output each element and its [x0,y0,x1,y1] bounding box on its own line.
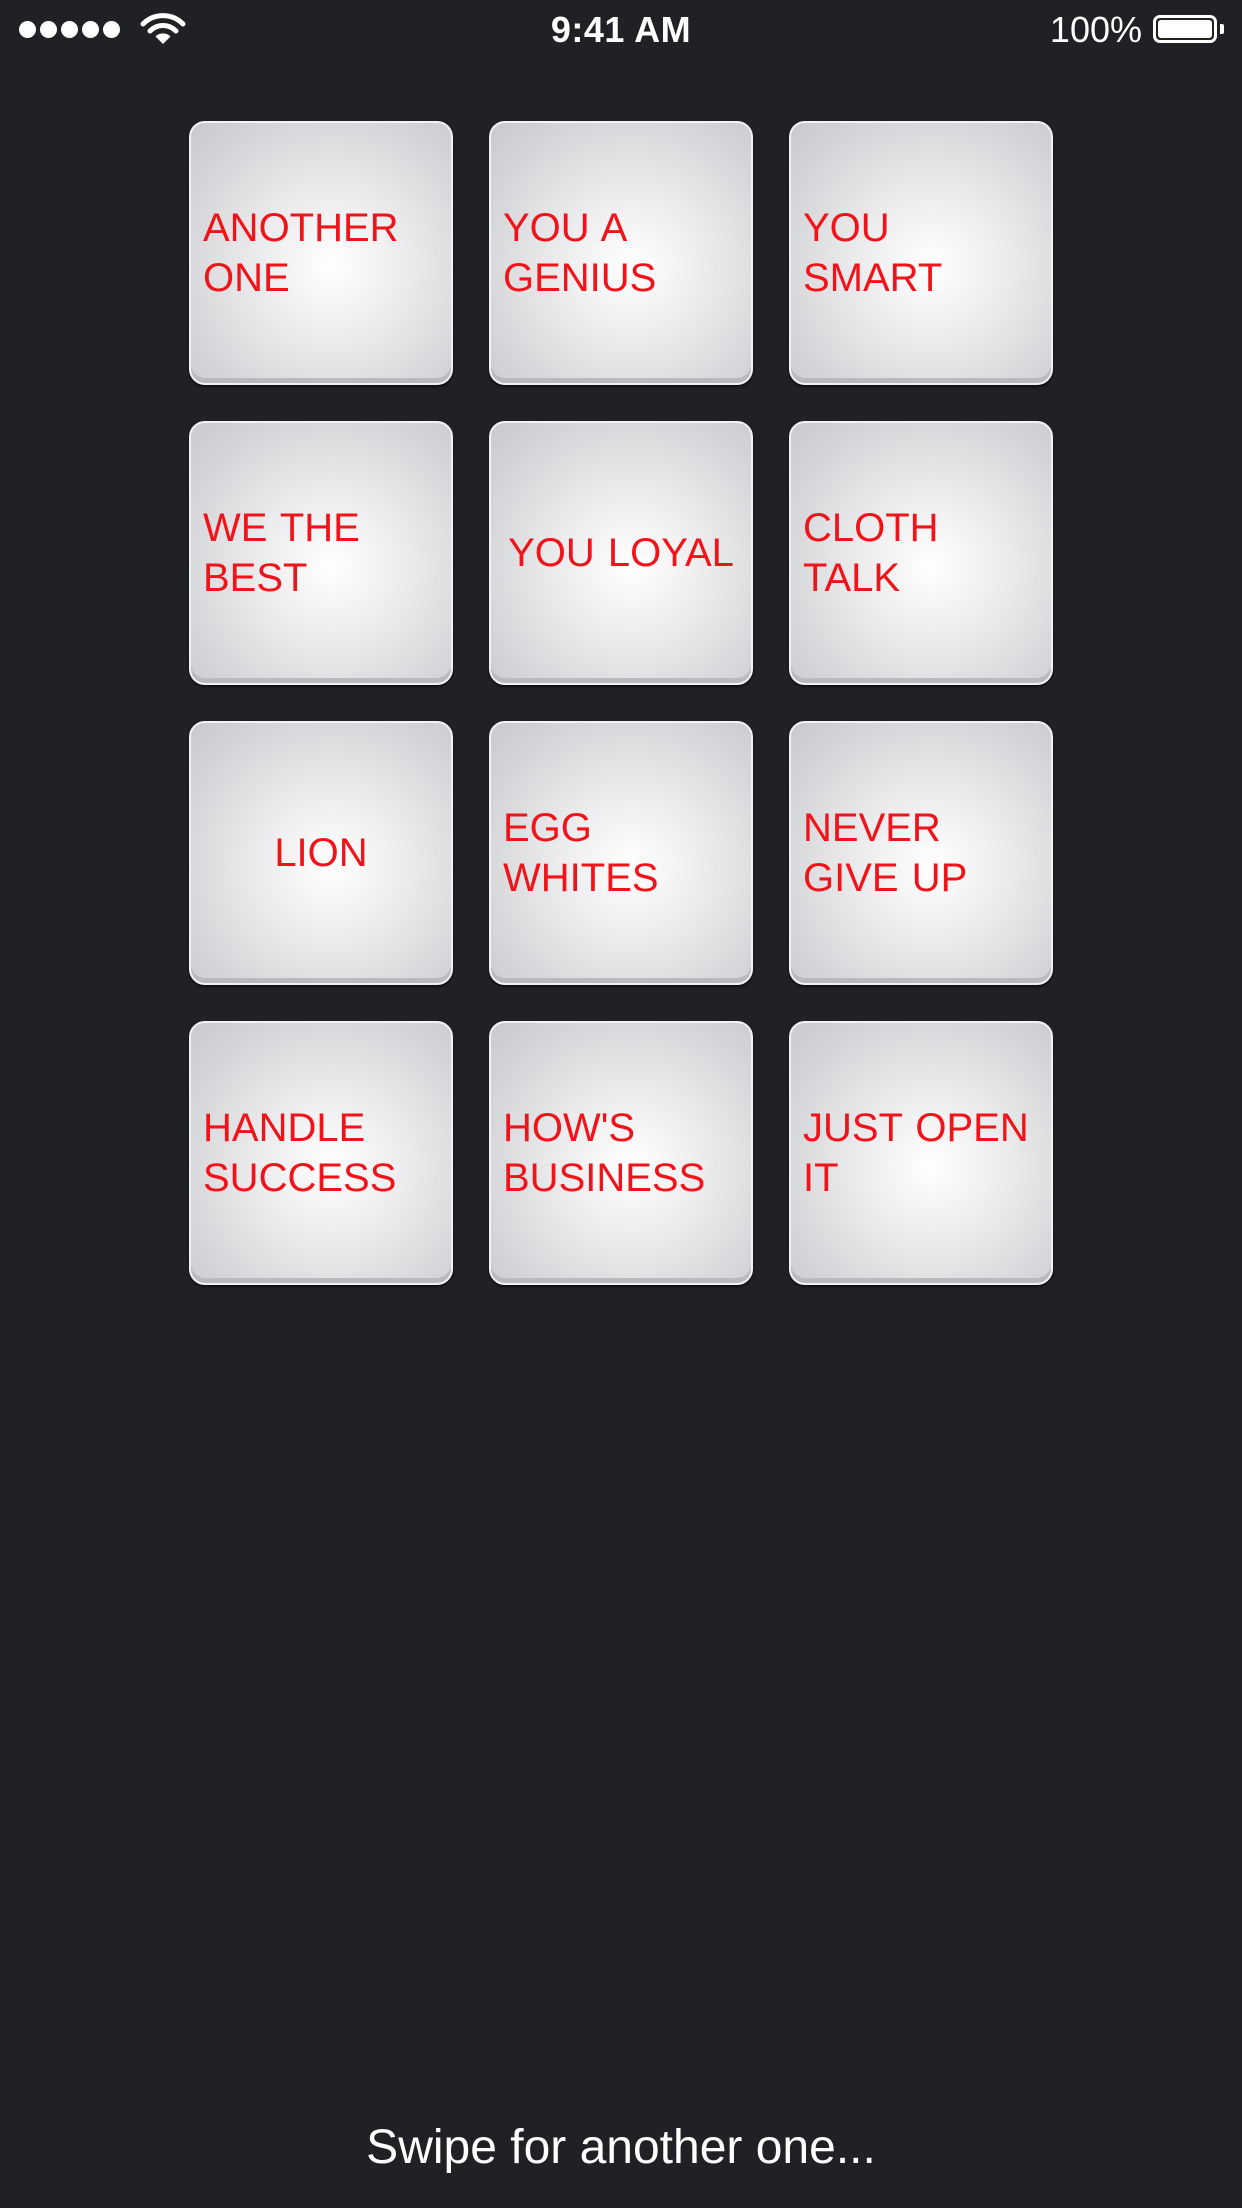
sound-button-another-one[interactable]: ANOTHER ONE [189,121,453,385]
sound-button-label: HOW'S BUSINESS [503,1106,706,1200]
sound-button-handle-success[interactable]: HANDLE SUCCESS [189,1021,453,1285]
sound-button-label: WE THE BEST [203,506,360,600]
sound-button-you-smart[interactable]: YOU SMART [789,121,1053,385]
battery-percent: 100% [1049,9,1142,50]
swipe-hint: Swipe for another one... [366,2121,876,2174]
sound-button-cloth-talk[interactable]: CLOTH TALK [789,421,1053,685]
sound-button-label: YOU A GENIUS [503,206,657,300]
sound-button-we-the-best[interactable]: WE THE BEST [189,421,453,685]
battery-tip [1220,24,1224,34]
sound-button-label: YOU LOYAL [508,531,734,575]
sound-button-you-loyal[interactable]: YOU LOYAL [489,421,753,685]
sound-button-just-open-it[interactable]: JUST OPEN IT [789,1021,1053,1285]
sound-button-label: EGG WHITES [503,806,659,900]
sound-button-label: YOU SMART [803,206,943,300]
battery-full-icon [1153,15,1217,43]
sound-button-label: LION [274,831,368,875]
sound-button-never-give-up[interactable]: NEVER GIVE UP [789,721,1053,985]
status-bar: 9:41 AM 100% [0,0,1242,60]
sound-button-lion[interactable]: LION [189,721,453,985]
sound-button-label: CLOTH TALK [803,506,939,600]
sound-button-label: JUST OPEN IT [803,1106,1029,1200]
sound-button-you-a-genius[interactable]: YOU A GENIUS [489,121,753,385]
sound-button-label: NEVER GIVE UP [803,806,968,900]
sound-button-label: HANDLE SUCCESS [203,1106,397,1200]
sound-button-egg-whites[interactable]: EGG WHITES [489,721,753,985]
sound-button-label: ANOTHER ONE [203,206,399,300]
sound-button-hows-business[interactable]: HOW'S BUSINESS [489,1021,753,1285]
sound-button-grid: ANOTHER ONE YOU A GENIUS YOU SMART WE TH… [189,121,1053,1285]
